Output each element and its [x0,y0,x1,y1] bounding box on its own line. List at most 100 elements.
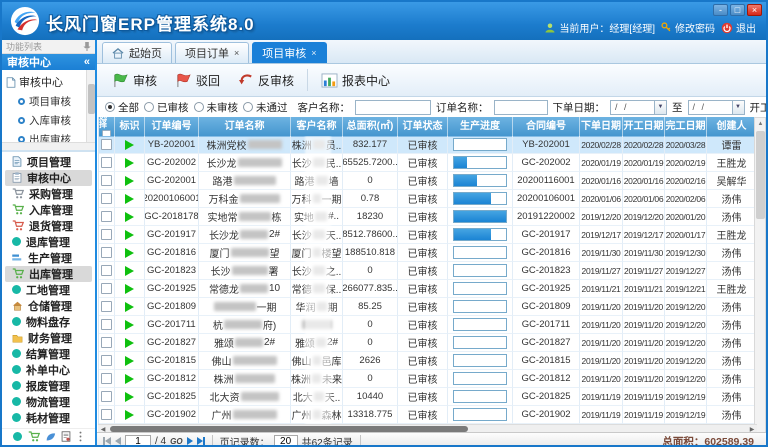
table-row[interactable]: YB-202001株洲党校株洲员..832.177已审核YB-202001202… [99,136,757,154]
vertical-scroll-thumb[interactable] [756,131,765,219]
order-date-from-input[interactable]: / / [610,100,654,115]
sidebar-item-财务管理[interactable]: 财务管理 [5,330,92,346]
sidebar-item-退库管理[interactable]: 退库管理 [5,234,92,250]
tree-horizontal-scrollbar[interactable] [2,142,95,150]
row-checkbox[interactable] [101,283,112,294]
radio-未审核[interactable]: 未审核 [194,100,244,115]
sidebar-item-退货管理[interactable]: 退货管理 [5,218,92,234]
报表中心-button[interactable]: 报表中心 [314,69,397,92]
column-header-创建人[interactable]: 创建人 [707,117,757,136]
table-row[interactable]: GC-201823长沙署长沙之..0已审核GC-2018232019/11/27… [99,262,757,280]
column-header-总面积(㎡)[interactable]: 总面积(㎡) [343,117,398,136]
驳回-button[interactable]: 驳回 [168,69,227,92]
more-icon[interactable] [77,431,84,442]
chevron-down-icon[interactable]: ▼ [732,100,745,115]
row-checkbox[interactable] [101,247,112,258]
table-row[interactable]: GC-201815佛山佛山邑库2626已审核GC-2018152019/11/2… [99,352,757,370]
sidebar-item-审核中心[interactable]: 审核中心 [5,170,92,186]
table-row[interactable]: GC-201917长沙龙2#长沙天..8512.78600..已审核GC-201… [99,226,757,244]
column-header-订单编号[interactable]: 订单编号 [145,117,199,136]
column-header-客户名称[interactable]: 客户名称 [291,117,343,136]
tab-起始页[interactable]: 起始页 [102,42,172,63]
table-row[interactable]: GC-201812株洲株洲未来0已审核GC-2018122019/11/2020… [99,370,757,388]
row-checkbox[interactable] [101,391,112,402]
sidebar-item-耗材管理[interactable]: 耗材管理 [5,410,92,426]
table-row[interactable]: GC-201827雅颂2#雅颂2#0已审核GC-2018272019/11/20… [99,334,757,352]
scroll-up-icon[interactable]: ▲ [755,118,766,130]
sidebar-item-仓储管理[interactable]: 仓储管理 [5,298,92,314]
previous-page-button[interactable] [115,437,121,445]
tab-close-icon[interactable]: × [311,49,316,58]
sidebar-item-结算管理[interactable]: 结算管理 [5,346,92,362]
sidebar-item-采购管理[interactable]: 采购管理 [5,186,92,202]
order-name-input[interactable] [494,100,548,115]
row-checkbox[interactable] [101,157,112,168]
table-row[interactable]: GC-201816厦门望厦门楼望188510.818已审核GC-20181620… [99,244,757,262]
grid-horizontal-scrollbar[interactable]: ◀ ▶ [98,424,757,432]
change-password-link[interactable]: 修改密码 [661,20,715,35]
sidebar-item-出库管理[interactable]: 出库管理 [5,266,92,282]
sidebar-item-物流管理[interactable]: 物流管理 [5,394,92,410]
row-checkbox[interactable] [101,337,112,348]
maximize-button[interactable]: □ [730,4,745,16]
customer-name-input[interactable] [355,100,431,115]
column-header-订单状态[interactable]: 订单状态 [398,117,448,136]
column-header-选择[interactable]: 选择 [99,117,115,136]
row-checkbox[interactable] [101,139,112,150]
chevron-down-icon[interactable]: ▼ [654,100,667,115]
collapse-icon[interactable]: « [84,56,90,68]
row-checkbox[interactable] [101,265,112,276]
column-header-订单名称[interactable]: 订单名称 [199,117,291,136]
grid-vertical-scrollbar[interactable]: ▲ ▼ [754,117,766,445]
sidebar-item-项目管理[interactable]: 项目管理 [5,154,92,170]
radio-已审核[interactable]: 已审核 [144,100,194,115]
cart-green-icon[interactable] [28,431,40,442]
row-checkbox[interactable] [101,409,112,420]
radio-未通过[interactable]: 未通过 [243,100,293,115]
tab-项目审核[interactable]: 项目审核× [252,42,326,63]
反审核-button[interactable]: 反审核 [231,69,301,92]
table-row[interactable]: 20200106001万科金万科一期0.78已审核202001060012020… [99,190,757,208]
sidebar-item-物料盘存[interactable]: 物料盘存 [5,314,92,330]
book-icon[interactable] [61,431,71,442]
sidebar-item-工地管理[interactable]: 工地管理 [5,282,92,298]
tree-item-项目审核[interactable]: 项目审核 [2,92,95,111]
table-row[interactable]: GC-201825北大资北大天..10440已审核GC-2018252019/1… [99,388,757,406]
radio-全部[interactable]: 全部 [105,100,144,115]
page-size-input[interactable] [274,435,298,446]
minimize-button[interactable]: - [713,4,728,16]
order-date-to-input[interactable]: / / [688,100,732,115]
tree-item-入库审核[interactable]: 入库审核 [2,111,95,130]
sidebar-item-补单中心[interactable]: 补单中心 [5,362,92,378]
table-row[interactable]: GC-2018178实地常栋实地#..18230已审核2019122000220… [99,208,757,226]
sidebar-item-报废管理[interactable]: 报废管理 [5,378,92,394]
table-row[interactable]: GC-201925常德龙10常德保..266077.835..已审核GC-201… [99,280,757,298]
column-header-生产进度[interactable]: 生产进度 [448,117,513,136]
sidebar-item-入库管理[interactable]: 入库管理 [5,202,92,218]
dot-icon[interactable] [13,432,22,441]
table-row[interactable]: GC-201902广州广州森林13318.775已审核GC-2019022019… [99,406,757,424]
row-checkbox[interactable] [101,229,112,240]
row-checkbox[interactable] [101,355,112,366]
logout-link[interactable]: 退出 [721,20,756,35]
tree-root-node[interactable]: 审核中心 [2,70,95,92]
table-row[interactable]: GC-202001路港路港墙0已审核202001160012020/01/162… [99,172,757,190]
row-checkbox[interactable] [101,319,112,330]
column-header-完工日期[interactable]: 完工日期 [665,117,707,136]
sidebar-item-生产管理[interactable]: 生产管理 [5,250,92,266]
tree-vertical-scrollbar[interactable] [86,70,95,152]
row-checkbox[interactable] [101,301,112,312]
row-checkbox[interactable] [101,373,112,384]
last-page-button[interactable] [197,437,205,445]
close-button[interactable]: × [747,4,762,16]
leaf-icon[interactable] [45,432,56,442]
column-header-标识[interactable]: 标识 [115,117,145,136]
table-row[interactable]: GC-201809一期华润期85.25已审核GC-2018092019/11/2… [99,298,757,316]
go-button[interactable]: GO [170,437,182,446]
审核-button[interactable]: 审核 [105,69,164,92]
column-header-开工日期[interactable]: 开工日期 [623,117,665,136]
next-page-button[interactable] [187,437,193,445]
row-checkbox[interactable] [101,211,112,222]
row-checkbox[interactable] [101,193,112,204]
table-row[interactable]: GC-201711杭府)0已审核GC-2017112019/11/202019/… [99,316,757,334]
